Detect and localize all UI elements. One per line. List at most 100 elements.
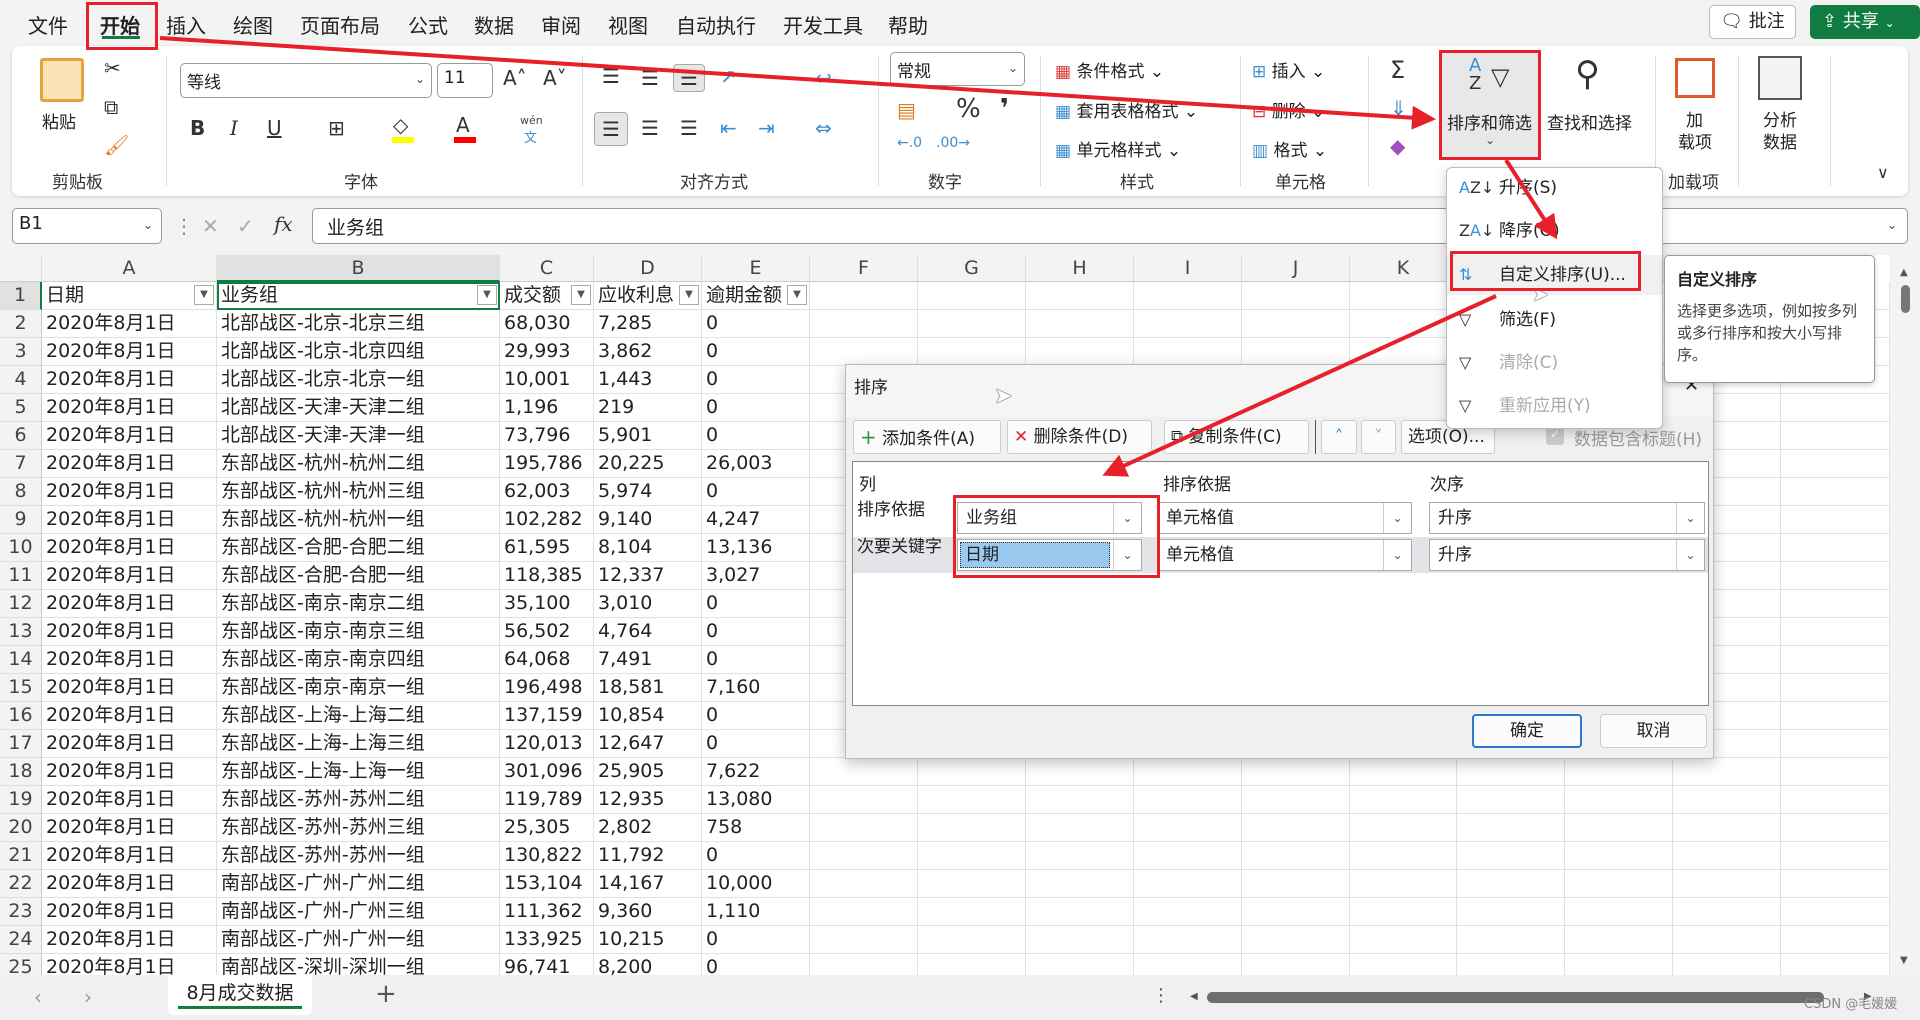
row-header[interactable]: 9: [0, 506, 42, 534]
table-cell[interactable]: 119,789: [500, 786, 594, 814]
table-cell[interactable]: 北部战区-北京-北京一组: [217, 366, 500, 394]
table-cell[interactable]: [1026, 842, 1134, 870]
table-cell[interactable]: 东部战区-上海-上海三组: [217, 730, 500, 758]
insert-cells-button[interactable]: ⊞ 插入 ⌄: [1252, 57, 1325, 82]
row-header[interactable]: 5: [0, 394, 42, 422]
scroll-down-icon[interactable]: ▼: [1900, 955, 1908, 966]
tab-help[interactable]: 帮助: [888, 10, 928, 39]
table-cell[interactable]: 10,854: [594, 702, 702, 730]
row-header[interactable]: 23: [0, 898, 42, 926]
name-box[interactable]: B1 ⌄: [12, 208, 162, 244]
insert-function-button[interactable]: fx: [274, 214, 293, 234]
table-cell[interactable]: [1565, 786, 1673, 814]
sort-on-select[interactable]: 单元格值 ⌄: [1157, 502, 1412, 534]
table-cell[interactable]: 7,622: [702, 758, 810, 786]
increase-indent-icon[interactable]: ⇥: [758, 118, 775, 138]
tab-formulas[interactable]: 公式: [408, 10, 448, 39]
table-cell[interactable]: 12,647: [594, 730, 702, 758]
table-cell[interactable]: [1565, 758, 1673, 786]
table-cell[interactable]: 东部战区-杭州-杭州一组: [217, 506, 500, 534]
format-cells-button[interactable]: ▥ 格式 ⌄: [1252, 136, 1327, 161]
table-cell[interactable]: 219: [594, 394, 702, 422]
table-cell[interactable]: [918, 898, 1026, 926]
menu-item-sort-ascending[interactable]: AZ↓ 升序(S): [1447, 168, 1662, 208]
table-cell[interactable]: [1781, 478, 1890, 506]
table-cell[interactable]: 东部战区-上海-上海二组: [217, 702, 500, 730]
table-cell[interactable]: [810, 926, 918, 954]
table-cell[interactable]: [1350, 758, 1457, 786]
font-size-select[interactable]: 11: [437, 63, 493, 98]
table-cell[interactable]: 56,502: [500, 618, 594, 646]
table-cell[interactable]: 南部战区-深圳-深圳一组: [217, 954, 500, 975]
table-cell[interactable]: [1134, 758, 1242, 786]
row-header[interactable]: 19: [0, 786, 42, 814]
table-cell[interactable]: [1350, 842, 1457, 870]
order-select[interactable]: 升序 ⌄: [1429, 502, 1705, 534]
table-cell[interactable]: 0: [702, 478, 810, 506]
table-cell[interactable]: 153,104: [500, 870, 594, 898]
format-painter-icon[interactable]: 🖌: [104, 135, 129, 155]
table-cell[interactable]: 0: [702, 646, 810, 674]
fill-color-icon[interactable]: ◇: [393, 115, 408, 135]
column-header-D[interactable]: D: [594, 255, 702, 282]
table-cell[interactable]: 3,862: [594, 338, 702, 366]
row-header[interactable]: 22: [0, 870, 42, 898]
header-cell[interactable]: [1350, 282, 1457, 310]
table-cell[interactable]: 北部战区-天津-天津一组: [217, 422, 500, 450]
table-cell[interactable]: [1242, 870, 1350, 898]
table-cell[interactable]: [810, 338, 918, 366]
table-cell[interactable]: [810, 310, 918, 338]
filter-dropdown-icon[interactable]: ▼: [194, 285, 214, 305]
scroll-left-icon[interactable]: ◀: [1190, 991, 1198, 1002]
table-cell[interactable]: [918, 842, 1026, 870]
table-cell[interactable]: 2020年8月1日: [42, 702, 217, 730]
table-cell[interactable]: [1026, 926, 1134, 954]
header-cell[interactable]: [1242, 282, 1350, 310]
horizontal-scrollbar-thumb[interactable]: [1207, 992, 1824, 1003]
table-cell[interactable]: [1781, 534, 1890, 562]
format-as-table-button[interactable]: ▦ 套用表格格式 ⌄: [1055, 97, 1198, 122]
row-header[interactable]: 25: [0, 954, 42, 975]
table-cell[interactable]: 东部战区-苏州-苏州一组: [217, 842, 500, 870]
table-cell[interactable]: 0: [702, 730, 810, 758]
table-cell[interactable]: 2020年8月1日: [42, 730, 217, 758]
table-cell[interactable]: [1781, 394, 1890, 422]
row-header[interactable]: 10: [0, 534, 42, 562]
table-cell[interactable]: [1242, 758, 1350, 786]
table-cell[interactable]: [1242, 842, 1350, 870]
table-cell[interactable]: 102,282: [500, 506, 594, 534]
filter-dropdown-icon[interactable]: ▼: [787, 285, 807, 305]
align-right-icon[interactable]: ☰: [680, 118, 698, 138]
table-cell[interactable]: [1457, 758, 1565, 786]
copy-icon[interactable]: ⧉: [104, 97, 118, 117]
filter-dropdown-icon[interactable]: ▼: [571, 285, 591, 305]
header-cell[interactable]: [918, 282, 1026, 310]
table-cell[interactable]: 2020年8月1日: [42, 926, 217, 954]
tab-insert[interactable]: 插入: [166, 10, 206, 39]
table-cell[interactable]: [1673, 926, 1781, 954]
autosum-icon[interactable]: Σ: [1390, 58, 1405, 82]
column-header-A[interactable]: A: [42, 255, 217, 282]
tab-automate[interactable]: 自动执行: [676, 10, 756, 39]
table-cell[interactable]: 南部战区-广州-广州一组: [217, 926, 500, 954]
table-cell[interactable]: 25,305: [500, 814, 594, 842]
tab-data[interactable]: 数据: [474, 10, 514, 39]
next-sheet-icon[interactable]: ›: [84, 985, 92, 1009]
table-cell[interactable]: 2020年8月1日: [42, 954, 217, 975]
table-cell[interactable]: 18,581: [594, 674, 702, 702]
number-format-select[interactable]: 常规 ⌄: [890, 52, 1025, 86]
formula-input[interactable]: 业务组 ⌄: [312, 208, 1908, 244]
table-cell[interactable]: 2020年8月1日: [42, 422, 217, 450]
add-sheet-button[interactable]: +: [375, 979, 397, 1009]
table-cell[interactable]: [810, 954, 918, 975]
table-cell[interactable]: [810, 870, 918, 898]
table-cell[interactable]: [1781, 786, 1890, 814]
tab-file[interactable]: 文件: [28, 10, 68, 39]
table-cell[interactable]: [1457, 842, 1565, 870]
row-header[interactable]: 15: [0, 674, 42, 702]
table-cell[interactable]: [1242, 814, 1350, 842]
decrease-indent-icon[interactable]: ⇤: [720, 118, 737, 138]
table-cell[interactable]: 7,160: [702, 674, 810, 702]
table-cell[interactable]: [1781, 758, 1890, 786]
addins-icon[interactable]: [1675, 58, 1715, 98]
